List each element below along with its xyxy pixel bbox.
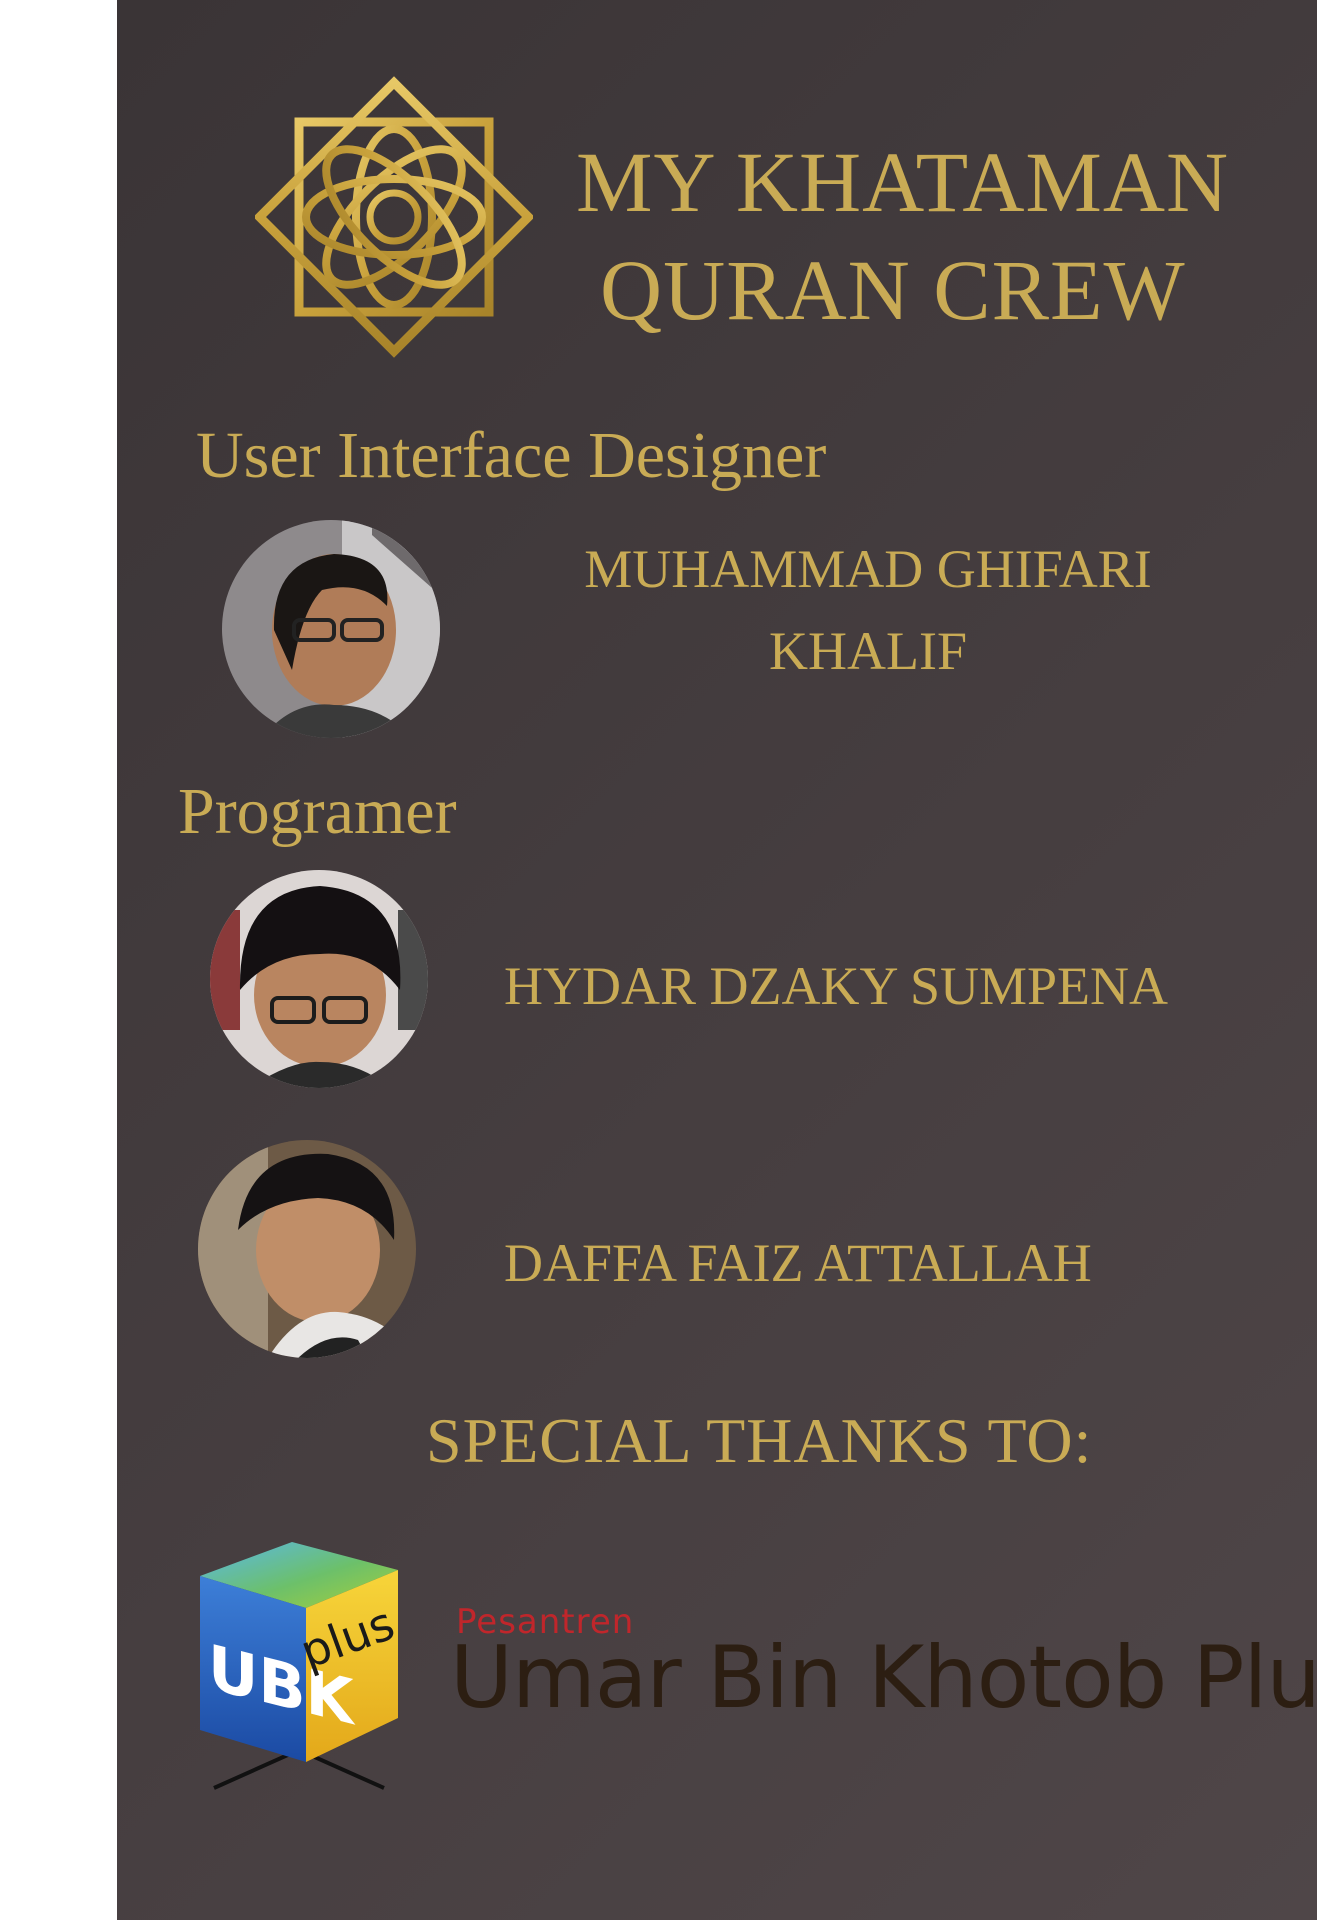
person-photo-icon [198, 1140, 416, 1358]
avatar-crew-3 [198, 1140, 416, 1358]
special-thanks-heading: SPECIAL THANKS TO: [426, 1405, 1093, 1476]
role-programmer: Programer [178, 775, 457, 848]
octagram-flower-icon [255, 76, 533, 358]
crew-1-name-line1: MUHAMMAD GHIFARI [584, 539, 1152, 599]
org-name: Umar Bin Khotob Plus [450, 1628, 1317, 1728]
person-photo-icon [222, 520, 440, 738]
crew-3-name: DAFFA FAIZ ATTALLAH [504, 1233, 1092, 1293]
crew-1-name-line2: KHALIF [769, 621, 967, 681]
avatar-crew-2 [210, 870, 428, 1088]
crew-2-name: HYDAR DZAKY SUMPENA [504, 956, 1169, 1016]
person-photo-icon [210, 870, 428, 1088]
app-title-line1: MY KHATAMAN [576, 134, 1230, 230]
app-title-line2: QURAN CREW [600, 242, 1186, 338]
role-ui-designer: User Interface Designer [196, 419, 827, 492]
avatar-crew-1 [222, 520, 440, 738]
ubk-plus-logo-icon: UBK plus [200, 1542, 401, 1790]
